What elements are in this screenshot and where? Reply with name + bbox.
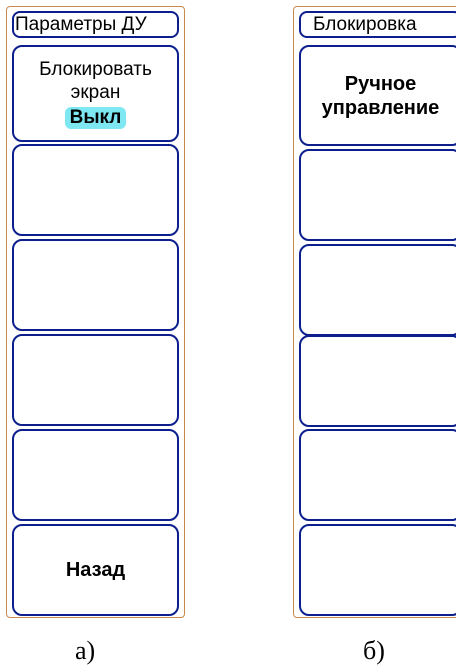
manual-control-label-line1: Ручное <box>344 72 417 95</box>
empty-softkey-2[interactable] <box>299 149 456 241</box>
empty-softkey-2[interactable] <box>12 144 179 236</box>
caption-a: а) <box>75 636 96 665</box>
empty-softkey-3[interactable] <box>299 244 456 336</box>
lock-screen-state-badge: Выкл <box>64 107 127 129</box>
back-label: Назад <box>65 559 126 581</box>
panel-title: Параметры ДУ <box>12 11 179 38</box>
empty-softkey-4[interactable] <box>12 334 179 426</box>
empty-softkey-5[interactable] <box>12 429 179 521</box>
manual-control-label-line2: управление <box>321 96 440 119</box>
back-button[interactable]: Назад <box>12 524 179 616</box>
manual-control-button[interactable]: Ручное управление <box>299 45 456 146</box>
empty-softkey-5[interactable] <box>299 429 456 521</box>
empty-softkey-3[interactable] <box>12 239 179 331</box>
softkey-panel-b: Блокировка Ручное управление <box>293 6 456 618</box>
lock-screen-label-line2: экран <box>70 82 121 103</box>
caption-b: б) <box>363 636 385 665</box>
lock-screen-label-line1: Блокировать <box>39 59 152 80</box>
softkey-panel-a: Параметры ДУ Блокировать экран Выкл Наза… <box>6 6 185 618</box>
lock-screen-button[interactable]: Блокировать экран Выкл <box>12 45 179 142</box>
empty-softkey-4[interactable] <box>299 335 456 427</box>
panel-title: Блокировка <box>299 11 456 38</box>
empty-softkey-6[interactable] <box>299 524 456 616</box>
